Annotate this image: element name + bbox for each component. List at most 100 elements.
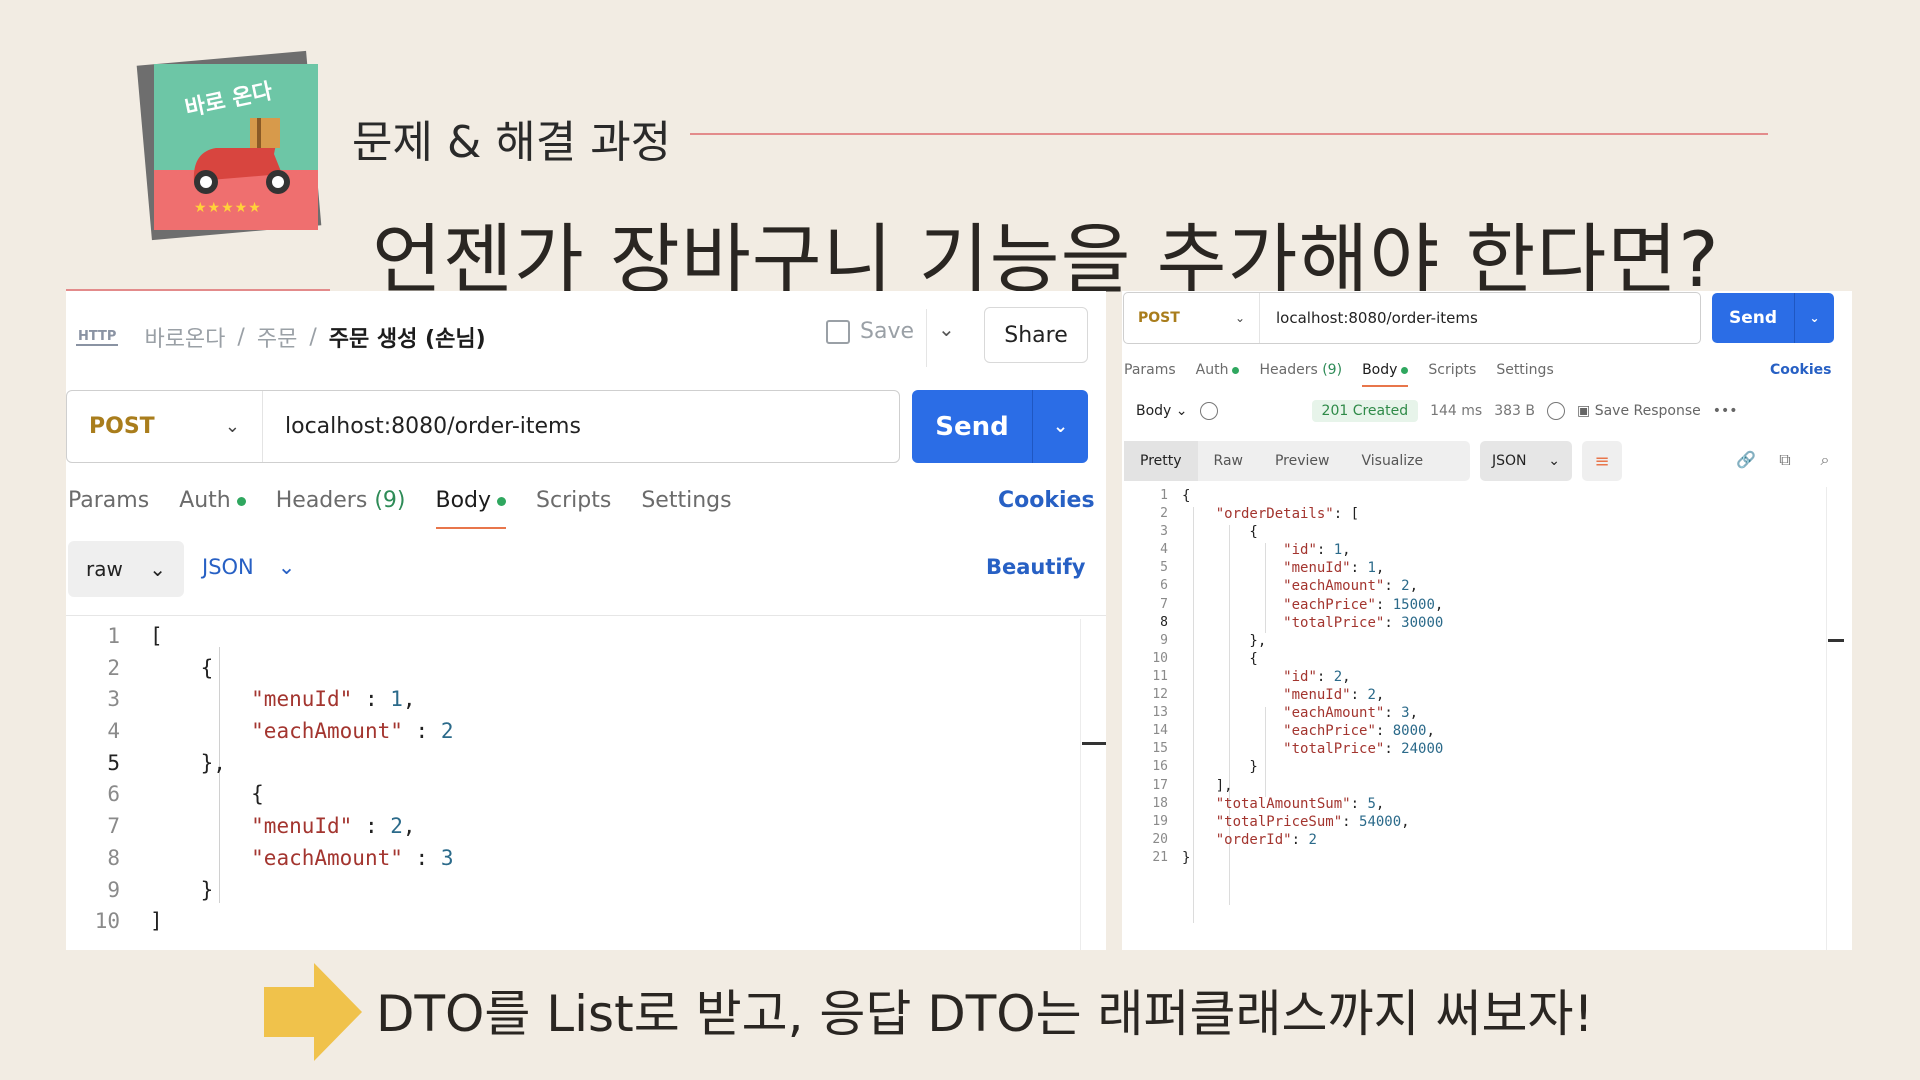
tab-settings[interactable]: Settings [1496,362,1553,378]
cookies-link[interactable]: Cookies [1770,362,1831,378]
status-dot-icon [1401,366,1409,374]
response-view-tabs: Pretty Raw Preview Visualize [1124,441,1470,481]
link-icon[interactable]: 🔗 [1736,451,1756,469]
code-line: 10 { [1122,650,1443,668]
view-visualize[interactable]: Visualize [1345,441,1439,481]
code-line: 13 "eachAmount": 3, [1122,704,1443,722]
scroll-marker [1828,639,1844,642]
code-text: { [1182,524,1258,541]
line-number: 7 [107,814,120,839]
scrollbar[interactable] [1826,487,1827,950]
view-raw[interactable]: Raw [1198,441,1259,481]
tab-params[interactable]: Params [1124,362,1176,378]
response-time: 144 ms [1430,403,1483,419]
code-line: 8 "eachAmount" : 3 [66,843,453,875]
response-panel: POST ⌄ localhost:8080/order-items Send ⌄… [1122,291,1852,950]
code-line: 6 "eachAmount": 2, [1122,577,1443,595]
line-number: 12 [1152,687,1168,703]
code-text: }, [150,750,226,775]
response-body-viewer[interactable]: 1{2 "orderDetails": [3 {4 "id": 1, 5 "men… [1122,487,1443,867]
tab-body[interactable]: Body [1362,362,1409,387]
code-line: 19 "totalPriceSum": 54000, [1122,813,1443,831]
code-line: 7 "menuId" : 2, [66,811,453,843]
send-button[interactable]: Send ⌄ [1712,293,1834,343]
share-button[interactable]: Share [984,307,1088,363]
send-button[interactable]: Send ⌄ [912,390,1088,463]
breadcrumb: HTTP 바로온다 / 주문 / 주문 생성 (손님) [76,321,486,353]
line-number: 2 [1160,506,1168,522]
url-input[interactable]: localhost:8080/order-items [1260,309,1478,327]
status-dot-icon [236,496,246,506]
code-text: "orderId": 2 [1215,831,1317,848]
status-badge: 201 Created [1311,400,1419,422]
chevron-down-icon: ⌄ [149,557,166,581]
tab-params[interactable]: Params [68,488,149,513]
request-tabs: Params Auth Headers (9) Body Scripts Set… [68,488,732,529]
line-number: 14 [1152,723,1168,739]
line-number: 15 [1152,741,1168,757]
save-response-button[interactable]: ▣ Save Response [1577,403,1701,419]
send-options-chevron-icon[interactable]: ⌄ [1033,416,1088,437]
chevron-down-icon: ⌄ [277,555,296,579]
response-section-select[interactable]: Body ⌄ [1136,403,1188,419]
code-text: "totalPrice": 30000 [1283,614,1444,631]
more-options-icon[interactable]: ••• [1713,403,1738,419]
view-pretty[interactable]: Pretty [1124,441,1198,481]
tab-scripts[interactable]: Scripts [536,488,611,513]
request-body-editor[interactable]: 1[2 {3 "menuId" : 1, 4 "eachAmount" : 25 … [66,621,454,938]
code-line: 10] [66,906,453,938]
code-text: "menuId": 1, [1283,560,1385,577]
code-line: 5 }, [66,748,453,780]
save-options-chevron-icon[interactable]: ⌄ [938,317,955,341]
view-preview[interactable]: Preview [1259,441,1346,481]
code-text: "menuId": 2, [1283,687,1385,704]
line-number: 1 [1160,488,1168,503]
response-format-select[interactable]: JSON ⌄ [1480,441,1572,481]
code-text: "totalAmountSum": 5, [1215,795,1385,812]
history-icon[interactable] [1199,402,1218,420]
search-icon[interactable]: ⌕ [1816,451,1834,469]
line-number: 17 [1152,777,1168,793]
code-text: "menuId" : 1, [251,687,416,712]
line-number: 9 [1160,632,1168,648]
line-number: 10 [1152,650,1168,666]
method-select[interactable]: POST ⌄ [67,391,263,462]
breadcrumb-item-request: 주문 생성 (손님) [328,327,486,352]
code-line: 1[ [66,621,453,653]
globe-icon[interactable] [1547,402,1565,420]
method-select[interactable]: POST ⌄ [1124,293,1260,343]
rating-stars-icon: ★★★★★ [194,200,262,216]
line-number: 4 [107,719,120,744]
tab-settings[interactable]: Settings [641,488,731,513]
breadcrumb-item-collection[interactable]: 바로온다 [144,321,225,353]
code-text: "eachPrice": 8000, [1283,723,1435,740]
tab-scripts[interactable]: Scripts [1428,362,1476,378]
code-text: ], [1182,777,1233,794]
tab-auth[interactable]: Auth [1196,362,1240,378]
arrow-right-icon [264,963,362,1061]
chevron-down-icon: ⌄ [1548,453,1560,469]
breadcrumb-item-folder[interactable]: 주문 [257,321,297,353]
url-input[interactable]: localhost:8080/order-items [263,414,581,439]
scrollbar[interactable] [1080,619,1081,950]
code-text: }, [1182,632,1267,649]
send-options-chevron-icon[interactable]: ⌄ [1795,311,1834,325]
body-type-select[interactable]: raw ⌄ [68,541,184,597]
code-text: "eachAmount": 3, [1283,705,1419,722]
code-line: 17 ], [1122,777,1443,795]
wrap-lines-icon[interactable]: ≡ [1582,441,1622,481]
code-line: 11 "id": 2, [1122,668,1443,686]
beautify-button[interactable]: Beautify [986,555,1085,579]
request-tabs: Params Auth Headers (9) Body Scripts Set… [1124,362,1554,387]
code-text: "eachAmount" : 2 [251,719,454,744]
cookies-link[interactable]: Cookies [998,488,1095,513]
tab-headers[interactable]: Headers (9) [1259,362,1342,378]
line-number: 16 [1152,759,1168,775]
tab-headers[interactable]: Headers (9) [276,488,406,513]
save-button[interactable]: Save [826,319,914,344]
tab-body[interactable]: Body [435,488,507,529]
line-number: 21 [1152,849,1168,865]
copy-icon[interactable]: ⧉ [1776,451,1794,469]
body-format-select[interactable]: JSON ⌄ [202,555,295,579]
tab-auth[interactable]: Auth [179,488,246,513]
